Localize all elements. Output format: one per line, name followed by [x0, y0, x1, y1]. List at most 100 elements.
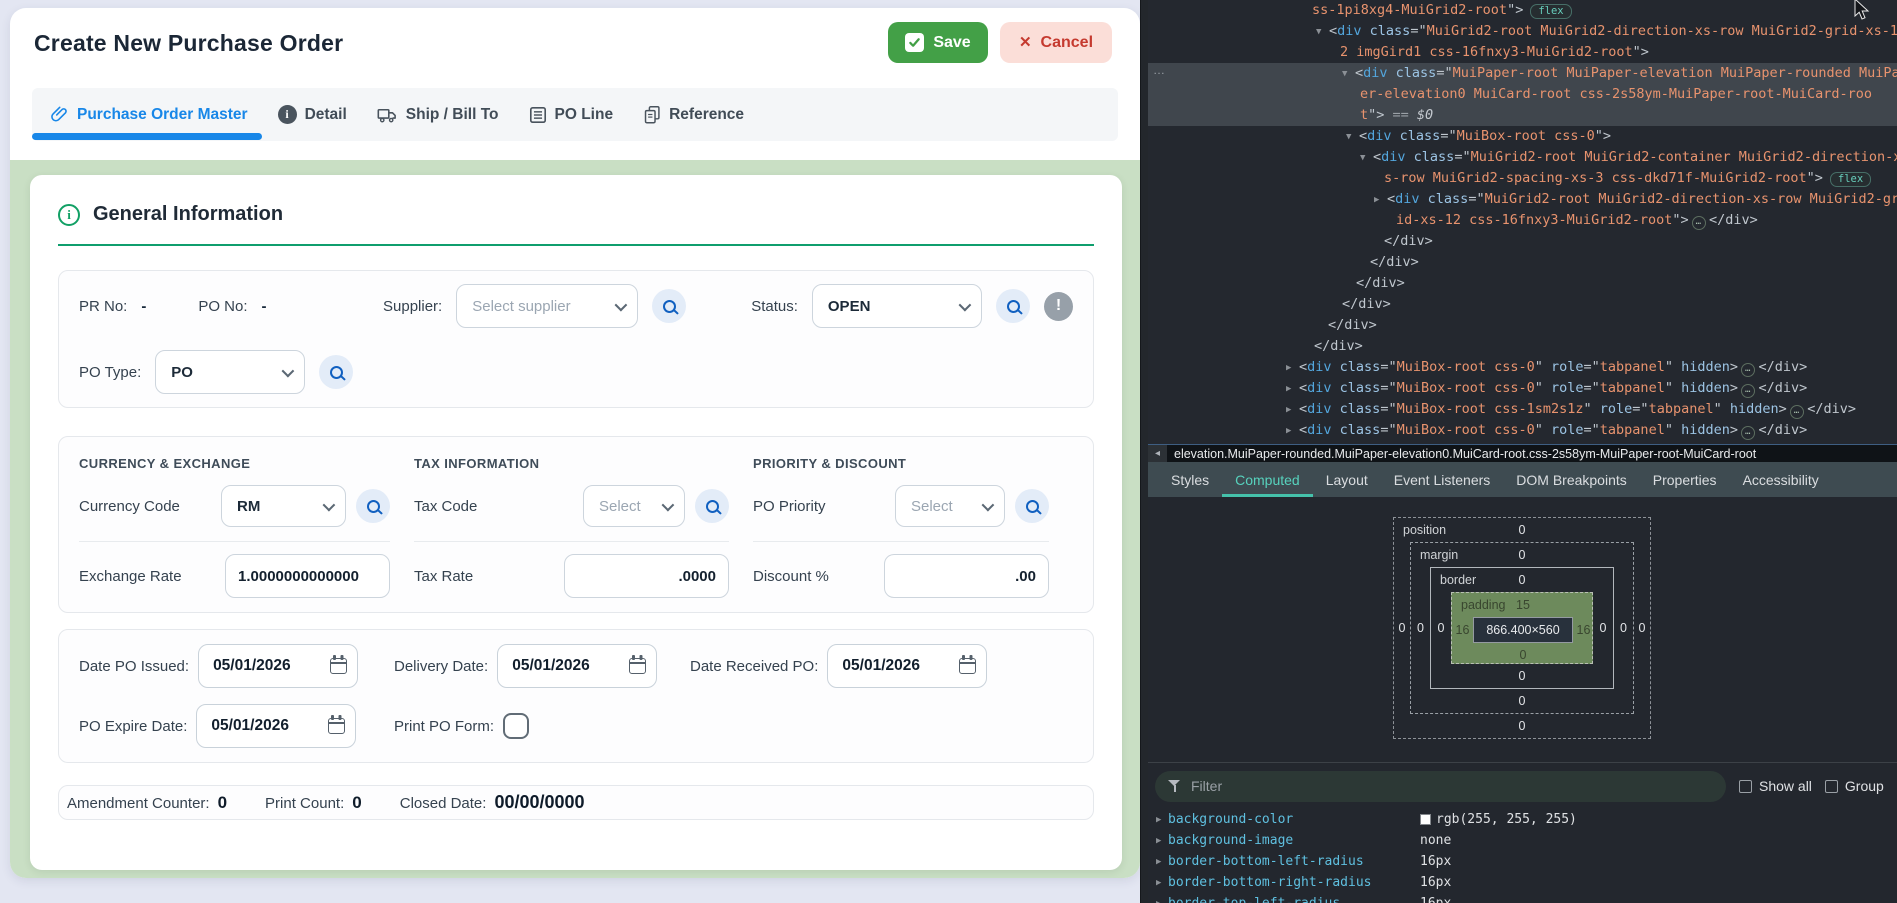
- property-name: background-image: [1168, 833, 1420, 848]
- property-value-text: none: [1420, 833, 1451, 848]
- tax-code-search-button[interactable]: [695, 489, 729, 523]
- print-po-form-checkbox[interactable]: [503, 713, 529, 739]
- po-type-select[interactable]: PO: [155, 350, 305, 394]
- tab-ship-bill-to[interactable]: Ship / Bill To: [377, 106, 499, 124]
- computed-property-row[interactable]: ▶border-bottom-right-radius16px: [1148, 872, 1897, 893]
- show-all-checkbox[interactable]: Show all: [1739, 778, 1812, 794]
- code-token: ">: [1595, 128, 1611, 144]
- computed-property-row[interactable]: ▶background-imagenone: [1148, 830, 1897, 851]
- code-token: div: [1395, 191, 1419, 207]
- dom-tree-line[interactable]: ▶<div class="MuiGrid2-root MuiGrid2-dire…: [1148, 189, 1897, 210]
- code-token: tabpanel: [1649, 401, 1714, 417]
- calendar-icon[interactable]: [330, 658, 347, 674]
- po-priority-label: PO Priority: [753, 498, 885, 515]
- computed-property-row[interactable]: ▶border-top-left-radius16px: [1148, 893, 1897, 903]
- code-token: class: [1362, 23, 1411, 39]
- priority-search-button[interactable]: [1015, 489, 1049, 523]
- tab-computed[interactable]: Computed: [1222, 462, 1313, 497]
- dom-tree-line[interactable]: </div>: [1148, 294, 1897, 315]
- currency-column: CURRENCY & EXCHANGE Currency Code RM: [79, 452, 414, 598]
- dom-tree-line[interactable]: ▶<div class="MuiBox-root css-0" role="ta…: [1148, 357, 1897, 378]
- tab-label: Detail: [305, 106, 347, 124]
- dom-tree-line[interactable]: </div>: [1148, 231, 1897, 252]
- exchange-rate-input[interactable]: [225, 554, 390, 598]
- cancel-button[interactable]: Cancel: [1000, 22, 1112, 63]
- code-token: ": [1665, 422, 1673, 438]
- discount-input[interactable]: [884, 554, 1049, 598]
- tab-accessibility[interactable]: Accessibility: [1730, 462, 1832, 497]
- tab-po-line[interactable]: PO Line: [529, 106, 614, 124]
- calendar-icon[interactable]: [629, 658, 646, 674]
- code-token: ▼: [1346, 127, 1359, 148]
- box-model-border[interactable]: border0 0 padding15 16 866.400×560: [1430, 567, 1614, 689]
- dom-tree-line[interactable]: s-row MuiGrid2-spacing-xs-3 css-dkd71f-M…: [1148, 168, 1897, 189]
- dom-tree-line[interactable]: 2 imgGird1 css-16fnxy3-MuiGrid2-root">: [1148, 42, 1897, 63]
- expand-arrow-icon[interactable]: ▶: [1156, 836, 1168, 846]
- supplier-select[interactable]: Select supplier: [456, 284, 638, 328]
- box-model-content[interactable]: 866.400×560: [1473, 617, 1573, 643]
- tab-purchase-order-master[interactable]: Purchase Order Master: [50, 105, 248, 124]
- currency-search-button[interactable]: [356, 489, 390, 523]
- group-checkbox[interactable]: Group: [1825, 778, 1884, 794]
- dom-tree-line[interactable]: ▼<div class="MuiGrid2-root MuiGrid2-cont…: [1148, 147, 1897, 168]
- computed-properties-list: ▶background-colorrgb(255, 255, 255)▶back…: [1148, 809, 1897, 903]
- box-model-position[interactable]: position0 0 margin0 0 border0 0: [1393, 517, 1651, 739]
- tax-header: TAX INFORMATION: [414, 456, 753, 471]
- save-button[interactable]: Save: [888, 22, 988, 63]
- dom-tree-line[interactable]: ▶<div class="MuiBox-root css-1sm2s1z" ro…: [1148, 399, 1897, 420]
- tab-styles[interactable]: Styles: [1158, 462, 1222, 497]
- breadcrumb-back-icon[interactable]: [1148, 445, 1167, 462]
- tab-layout[interactable]: Layout: [1313, 462, 1381, 497]
- dom-tree-line[interactable]: </div>: [1148, 252, 1897, 273]
- dom-tree-line[interactable]: ▼<div class="MuiGrid2-root MuiGrid2-dire…: [1148, 21, 1897, 42]
- status-search-button[interactable]: [996, 289, 1030, 323]
- code-token: MuiPaper-root MuiPaper-elevation MuiPape…: [1453, 65, 1897, 81]
- filter-input[interactable]: Filter: [1155, 771, 1726, 802]
- po-priority-select[interactable]: Select: [895, 485, 1005, 527]
- color-swatch[interactable]: [1420, 814, 1431, 825]
- po-no-label: PO No:: [198, 298, 247, 315]
- expand-arrow-icon[interactable]: ▶: [1156, 878, 1168, 888]
- dom-tree-line[interactable]: </div>: [1148, 336, 1897, 357]
- status-select[interactable]: OPEN: [812, 284, 982, 328]
- dom-tree-line[interactable]: ▼<div class="MuiBox-root css-0">: [1148, 126, 1897, 147]
- pane-divider[interactable]: [1140, 0, 1148, 903]
- dom-tree-line[interactable]: </div>: [1148, 273, 1897, 294]
- dom-tree-line[interactable]: er-elevation0 MuiCard-root css-2s58ym-Mu…: [1148, 84, 1897, 105]
- box-model-padding[interactable]: padding15 16 866.400×560 16 0: [1451, 592, 1593, 664]
- tax-code-select[interactable]: Select: [583, 485, 685, 527]
- box-model-margin[interactable]: margin0 0 border0 0 padding15 16: [1410, 542, 1634, 714]
- tax-code-label: Tax Code: [414, 498, 573, 515]
- tab-event-listeners[interactable]: Event Listeners: [1381, 462, 1504, 497]
- tax-rate-input[interactable]: [564, 554, 729, 598]
- computed-property-row[interactable]: ▶border-bottom-left-radius16px: [1148, 851, 1897, 872]
- amendment-counter-label: Amendment Counter:: [67, 795, 210, 812]
- calendar-icon[interactable]: [959, 658, 976, 674]
- dom-tree-line[interactable]: id-xs-12 css-16fnxy3-MuiGrid2-root">…</d…: [1148, 210, 1897, 231]
- code-token: <: [1355, 65, 1363, 81]
- supplier-search-button[interactable]: [652, 289, 686, 323]
- computed-property-row[interactable]: ▶background-colorrgb(255, 255, 255): [1148, 809, 1897, 830]
- dom-tree-line[interactable]: ▶<div class="MuiBox-root css-0" role="ta…: [1148, 420, 1897, 441]
- dom-tree-line[interactable]: t"> == $0: [1148, 105, 1897, 126]
- expand-arrow-icon[interactable]: ▶: [1156, 815, 1168, 825]
- expand-arrow-icon[interactable]: ▶: [1156, 857, 1168, 867]
- tab-dom-breakpoints[interactable]: DOM Breakpoints: [1503, 462, 1639, 497]
- dom-tree-line[interactable]: ss-1pi8xg4-MuiGrid2-root">flex: [1148, 0, 1897, 21]
- code-token: ": [1535, 359, 1543, 375]
- code-token: div: [1307, 380, 1331, 396]
- chevron-down-icon: [282, 364, 295, 377]
- expand-arrow-icon[interactable]: ▶: [1156, 899, 1168, 903]
- dom-tree-line[interactable]: </div>: [1148, 315, 1897, 336]
- currency-code-select[interactable]: RM: [221, 485, 346, 527]
- tab-properties[interactable]: Properties: [1640, 462, 1730, 497]
- dom-tree-line[interactable]: ▶<div class="MuiBox-root css-0" role="ta…: [1148, 378, 1897, 399]
- tab-label: Purchase Order Master: [77, 106, 248, 124]
- tab-reference[interactable]: Reference: [643, 105, 744, 124]
- po-type-search-button[interactable]: [319, 355, 353, 389]
- dom-tree-line[interactable]: ▼<div class="MuiPaper-root MuiPaper-elev…: [1148, 63, 1897, 84]
- counters-box: Amendment Counter: 0 Print Count: 0 Clos…: [58, 785, 1094, 820]
- position-bottom: 0: [1394, 714, 1650, 738]
- calendar-icon[interactable]: [328, 718, 345, 734]
- tab-detail[interactable]: Detail: [278, 105, 347, 124]
